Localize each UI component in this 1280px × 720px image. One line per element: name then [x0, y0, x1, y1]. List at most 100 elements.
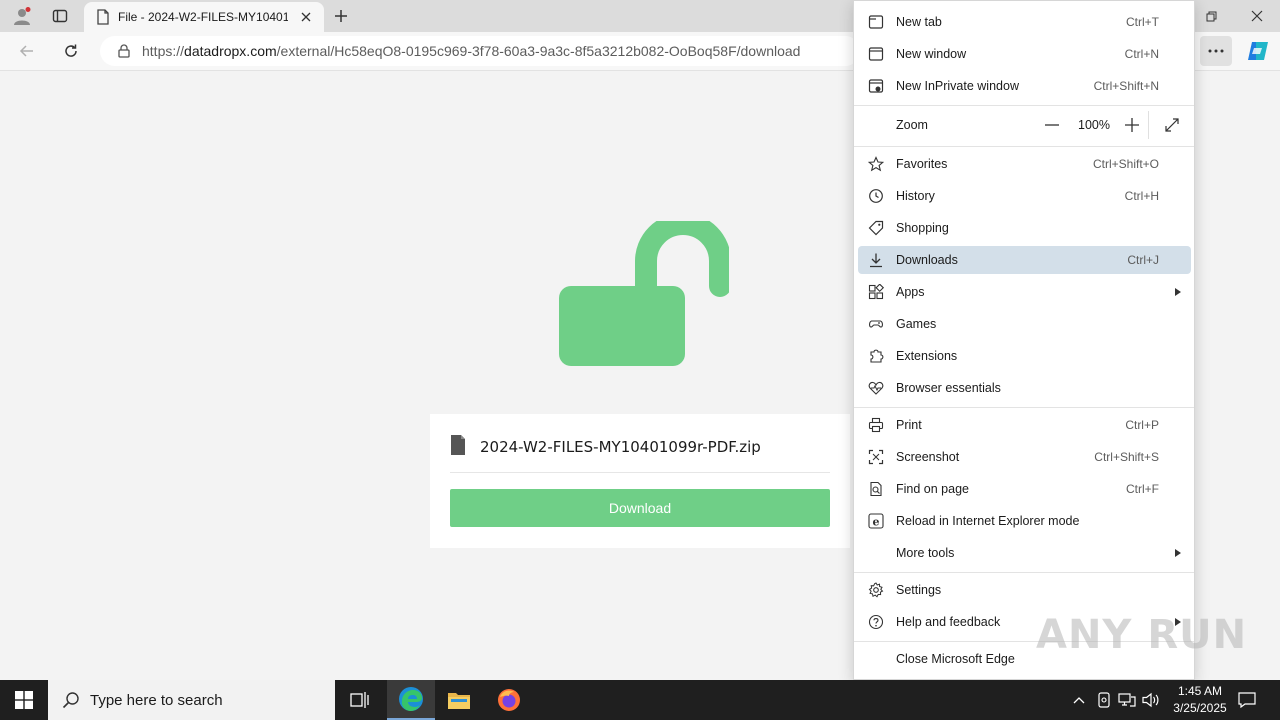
menu-item-new-tab[interactable]: New tab Ctrl+T [858, 8, 1191, 36]
unlocked-padlock-icon [559, 221, 729, 366]
download-icon [866, 250, 886, 270]
menu-item-shopping[interactable]: Shopping [858, 214, 1191, 242]
plus-icon [335, 10, 347, 22]
tab-actions-button[interactable] [44, 2, 76, 30]
minus-icon [1045, 124, 1059, 126]
fullscreen-button[interactable] [1160, 113, 1184, 137]
search-icon [62, 691, 80, 709]
zoom-out-button[interactable] [1040, 113, 1064, 137]
page-icon [96, 9, 110, 25]
watermark: ANY RUN [1036, 612, 1248, 658]
zoom-divider [1148, 111, 1149, 139]
screenshot-icon [866, 447, 886, 467]
file-explorer-taskbar-button[interactable] [435, 680, 483, 720]
url-path: /external/Hc58eqO8-0195c969-3f78-60a3-9a… [276, 43, 801, 59]
menu-separator [854, 146, 1194, 147]
download-button[interactable]: Download [450, 489, 830, 527]
zoom-in-button[interactable] [1120, 113, 1144, 137]
firefox-taskbar-button[interactable] [485, 680, 533, 720]
chevron-right-icon [1173, 287, 1183, 297]
menu-separator [854, 407, 1194, 408]
chevron-right-icon [1173, 548, 1183, 558]
apps-icon [866, 282, 886, 302]
new-window-icon [866, 44, 886, 64]
menu-item-zoom: Zoom 100% [858, 111, 1191, 139]
close-tab-button[interactable] [298, 9, 314, 25]
fullscreen-icon [1165, 118, 1179, 132]
svg-text:e: e [873, 516, 880, 529]
close-icon [1251, 10, 1263, 22]
notifications-button[interactable] [1232, 680, 1262, 720]
lock-icon[interactable] [118, 44, 130, 58]
notification-icon [1238, 692, 1256, 708]
settings-and-more-button[interactable] [1200, 36, 1232, 66]
printer-icon [866, 415, 886, 435]
clock-date: 3/25/2025 [1173, 701, 1227, 715]
internet-explorer-icon: e [866, 511, 886, 531]
menu-item-screenshot[interactable]: Screenshot Ctrl+Shift+S [858, 443, 1191, 471]
menu-separator [854, 105, 1194, 106]
refresh-button[interactable] [56, 36, 86, 66]
firefox-icon [498, 689, 520, 711]
tab-actions-icon [52, 9, 68, 23]
network-icon [1118, 693, 1136, 707]
menu-separator [854, 572, 1194, 573]
menu-item-find-on-page[interactable]: Find on page Ctrl+F [858, 475, 1191, 503]
menu-item-downloads[interactable]: Downloads Ctrl+J [858, 246, 1191, 274]
menu-item-more-tools[interactable]: More tools [858, 539, 1191, 567]
find-icon [866, 479, 886, 499]
tag-icon [866, 218, 886, 238]
file-row: 2024-W2-FILES-MY10401099r-PDF.zip [450, 432, 830, 473]
help-icon [866, 612, 886, 632]
puzzle-icon [866, 346, 886, 366]
copilot-icon [1248, 42, 1268, 60]
url-domain: datadropx.com [184, 43, 277, 59]
windows-logo-icon [15, 691, 33, 709]
menu-item-new-inprivate-window[interactable]: New InPrivate window Ctrl+Shift+N [858, 72, 1191, 100]
address-bar[interactable]: https://datadropx.com/external/Hc58eqO8-… [100, 36, 860, 66]
more-dots-icon [1208, 49, 1224, 53]
history-icon [866, 186, 886, 206]
zoom-level: 100% [1078, 118, 1110, 132]
menu-item-settings[interactable]: Settings [858, 576, 1191, 604]
task-view-button[interactable] [336, 680, 384, 720]
search-placeholder: Type here to search [90, 691, 223, 709]
new-tab-icon [866, 12, 886, 32]
menu-item-print[interactable]: Print Ctrl+P [858, 411, 1191, 439]
menu-item-games[interactable]: Games [858, 310, 1191, 338]
edge-icon [399, 687, 423, 711]
tab-title: File - 2024-W2-FILES-MY1040109 [118, 10, 288, 24]
menu-item-new-window[interactable]: New window Ctrl+N [858, 40, 1191, 68]
network-button[interactable] [1116, 680, 1138, 720]
edge-taskbar-button[interactable] [387, 680, 435, 720]
back-button[interactable] [12, 36, 42, 66]
menu-item-apps[interactable]: Apps [858, 278, 1191, 306]
menu-item-browser-essentials[interactable]: Browser essentials [858, 374, 1191, 402]
taskbar: Type here to search 1:45 AM 3/25/2025 [0, 680, 1280, 720]
tab-active[interactable]: File - 2024-W2-FILES-MY1040109 [84, 2, 324, 32]
menu-item-reload-ie-mode[interactable]: e Reload in Internet Explorer mode [858, 507, 1191, 535]
taskbar-search[interactable]: Type here to search [48, 680, 335, 720]
new-tab-button[interactable] [328, 4, 354, 28]
star-icon [866, 154, 886, 174]
close-icon [301, 12, 311, 22]
tray-device-button[interactable] [1094, 680, 1114, 720]
taskbar-clock[interactable]: 1:45 AM 3/25/2025 [1160, 683, 1240, 717]
menu-item-extensions[interactable]: Extensions [858, 342, 1191, 370]
close-window-button[interactable] [1234, 0, 1280, 32]
profile-button[interactable] [6, 2, 38, 30]
speaker-icon [1142, 692, 1159, 708]
url-scheme: https:// [142, 43, 185, 59]
volume-button[interactable] [1140, 680, 1162, 720]
menu-item-favorites[interactable]: Favorites Ctrl+Shift+O [858, 150, 1191, 178]
gear-icon [866, 580, 886, 600]
copilot-button[interactable] [1244, 37, 1272, 65]
show-hidden-icons-button[interactable] [1068, 680, 1090, 720]
task-view-icon [350, 692, 369, 708]
restore-icon [1206, 11, 1216, 21]
folder-icon [448, 693, 470, 709]
inprivate-icon [866, 76, 886, 96]
start-button[interactable] [0, 680, 48, 720]
back-arrow-icon [19, 45, 33, 57]
menu-item-history[interactable]: History Ctrl+H [858, 182, 1191, 210]
